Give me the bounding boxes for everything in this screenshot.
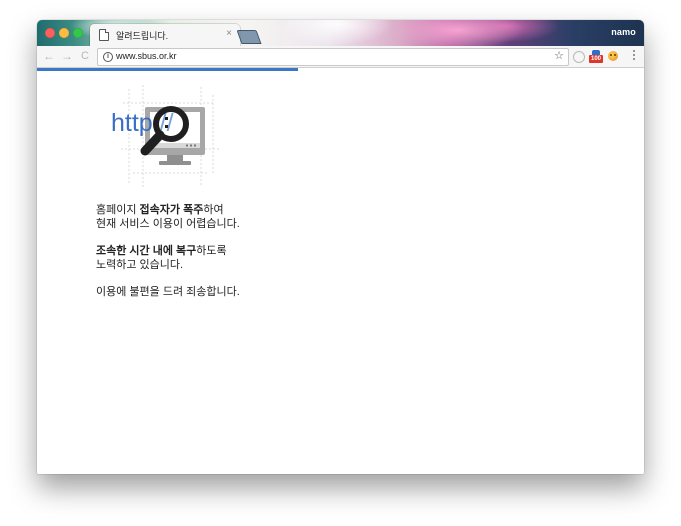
- message-text: 노력하고 있습니다.: [96, 259, 184, 271]
- tab-title: 알려드립니다.: [116, 31, 169, 41]
- new-tab-button[interactable]: [236, 30, 262, 44]
- message-paragraph: 조속한 시간 내에 복구하도록 노력하고 있습니다.: [96, 244, 356, 272]
- profile-name[interactable]: namo: [611, 27, 636, 37]
- page-content: http:// 홈페이지 접속자가 폭주하여 현재 서비스 이용이 어렵습니다. 조…: [37, 71, 644, 474]
- message-paragraph: 홈페이지 접속자가 폭주하여 현재 서비스 이용이 어렵습니다.: [96, 203, 356, 231]
- close-window-button[interactable]: [45, 28, 55, 38]
- browser-window: 알려드립니다. × namo ← → C i www.sbus.or.kr ☆ …: [37, 20, 644, 474]
- extension-circle-icon[interactable]: [573, 51, 585, 63]
- message-emphasis: 조속한 시간 내에 복구: [96, 245, 197, 257]
- extension-badge: 100: [589, 55, 603, 63]
- menu-kebab-icon[interactable]: [633, 50, 635, 62]
- active-tab[interactable]: 알려드립니다. ×: [90, 24, 240, 46]
- back-button[interactable]: ←: [42, 49, 56, 63]
- message-line: 이용에 불편을 드려 죄송합니다.: [96, 285, 356, 299]
- message-line: 현재 서비스 이용이 어렵습니다.: [96, 217, 356, 231]
- site-info-icon[interactable]: i: [103, 52, 113, 62]
- notice-message: 홈페이지 접속자가 폭주하여 현재 서비스 이용이 어렵습니다. 조속한 시간 내에…: [96, 203, 356, 312]
- message-paragraph: 이용에 불편을 드려 죄송합니다.: [96, 285, 356, 299]
- browser-toolbar: ← → C i www.sbus.or.kr ☆ 100: [37, 46, 644, 68]
- message-line: 조속한 시간 내에 복구하도록: [96, 244, 356, 258]
- maximize-window-button[interactable]: [73, 28, 83, 38]
- message-text: 하도록: [196, 245, 227, 257]
- address-bar[interactable]: i www.sbus.or.kr ☆: [97, 48, 569, 66]
- title-bar: 알려드립니다. × namo: [37, 20, 644, 46]
- message-emphasis: 접속자가 폭주: [139, 204, 204, 216]
- extension-calendar-icon[interactable]: 100: [589, 50, 603, 63]
- server-busy-illustration: http://: [111, 85, 219, 189]
- tab-close-icon[interactable]: ×: [226, 28, 232, 40]
- message-line: 노력하고 있습니다.: [96, 258, 356, 272]
- extension-cookie-icon[interactable]: [608, 51, 618, 61]
- message-line: 홈페이지 접속자가 폭주하여: [96, 203, 356, 217]
- forward-button[interactable]: →: [60, 49, 74, 63]
- message-text: 현재 서비스 이용이 어렵습니다.: [96, 218, 240, 230]
- message-text: 이용에 불편을 드려 죄송합니다.: [96, 286, 240, 298]
- url-text[interactable]: www.sbus.or.kr: [116, 51, 177, 61]
- bookmark-star-icon[interactable]: ☆: [554, 50, 564, 63]
- message-text: 하여: [203, 204, 224, 216]
- minimize-window-button[interactable]: [59, 28, 69, 38]
- reload-button[interactable]: C: [78, 49, 92, 63]
- document-icon: [99, 29, 109, 41]
- message-text: 홈페이지: [96, 204, 140, 216]
